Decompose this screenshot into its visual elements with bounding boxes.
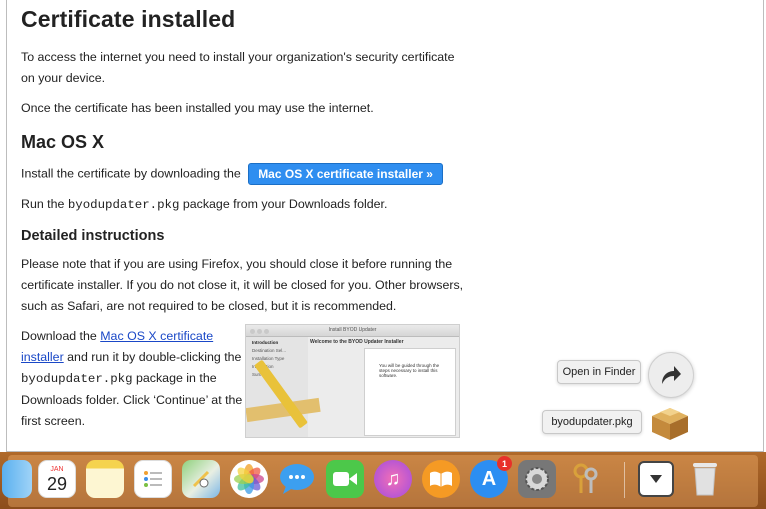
- finder-icon[interactable]: [2, 460, 32, 498]
- installer-titlebar: Install BYOD Updater: [246, 325, 459, 337]
- step-item: Destination Sel...: [252, 348, 287, 353]
- share-arrow-icon[interactable]: [648, 352, 694, 398]
- run-suffix: package from your Downloads folder.: [182, 197, 388, 211]
- facetime-icon[interactable]: [326, 460, 364, 498]
- app-store-badge: 1: [497, 456, 512, 471]
- calendar-icon[interactable]: JAN 29: [38, 460, 76, 498]
- keychain-access-icon[interactable]: [566, 460, 604, 498]
- install-text: Install the certificate by downloading t…: [21, 166, 241, 181]
- photos-icon[interactable]: [230, 460, 268, 498]
- trash-icon[interactable]: [686, 460, 724, 498]
- browser-content: Certificate installed To access the inte…: [6, 0, 764, 452]
- installer-body: You will be guided through the steps nec…: [379, 363, 440, 378]
- download-section: Download the Mac OS X certificate instal…: [21, 324, 471, 438]
- intro-text: To access the internet you need to insta…: [21, 50, 455, 85]
- open-in-finder-button[interactable]: Open in Finder: [557, 360, 641, 384]
- dock: JAN 29 ♫ A 1: [0, 452, 766, 509]
- calendar-month: JAN: [50, 465, 64, 473]
- installer-download-button[interactable]: Mac OS X certificate installer »: [248, 163, 443, 185]
- reminders-icon[interactable]: [134, 460, 172, 498]
- dock-separator: [624, 462, 625, 498]
- installer-heading: Welcome to the BYOD Updater Installer: [310, 339, 404, 345]
- after-install-text: Once the certificate has been installed …: [21, 101, 374, 115]
- screen: Certificate installed To access the inte…: [0, 0, 766, 509]
- run-prefix: Run the: [21, 197, 65, 211]
- mac-heading: Mac OS X: [21, 132, 105, 152]
- installer-title: Install BYOD Updater: [328, 327, 377, 333]
- messages-icon[interactable]: [278, 460, 316, 498]
- downloads-stack-icon[interactable]: [638, 461, 674, 497]
- maps-icon[interactable]: [182, 460, 220, 498]
- firefox-note: Please note that if you are using Firefo…: [21, 257, 464, 313]
- calendar-day: 29: [46, 473, 68, 494]
- step-item: Introduction: [252, 340, 279, 345]
- itunes-icon[interactable]: ♫: [374, 460, 412, 498]
- install-paragraph: Install the certificate by downloading t…: [21, 163, 471, 185]
- package-name: byodupdater.pkg: [67, 198, 180, 212]
- page-content: Certificate installed To access the inte…: [21, 6, 471, 438]
- system-preferences-icon[interactable]: [518, 460, 556, 498]
- detailed-heading: Detailed instructions: [21, 228, 165, 244]
- package-icon[interactable]: [648, 402, 692, 442]
- package-file-button[interactable]: byodupdater.pkg: [542, 410, 642, 434]
- app-store-icon[interactable]: A 1: [470, 456, 512, 498]
- ibooks-icon[interactable]: [422, 460, 460, 498]
- run-paragraph: Run the byodupdater.pkg package from you…: [21, 194, 471, 216]
- download-paragraph: Download the Mac OS X certificate instal…: [21, 326, 243, 432]
- download-mid: and run it by double-clicking the: [67, 350, 242, 364]
- download-prefix: Download the: [21, 329, 97, 343]
- page-title: Certificate installed: [21, 6, 236, 32]
- installer-screenshot: Install BYOD Updater Introduction Destin…: [245, 324, 460, 438]
- installer-pane: You will be guided through the steps nec…: [364, 348, 456, 436]
- download-package-name: byodupdater.pkg: [21, 372, 133, 386]
- notes-icon[interactable]: [86, 460, 124, 498]
